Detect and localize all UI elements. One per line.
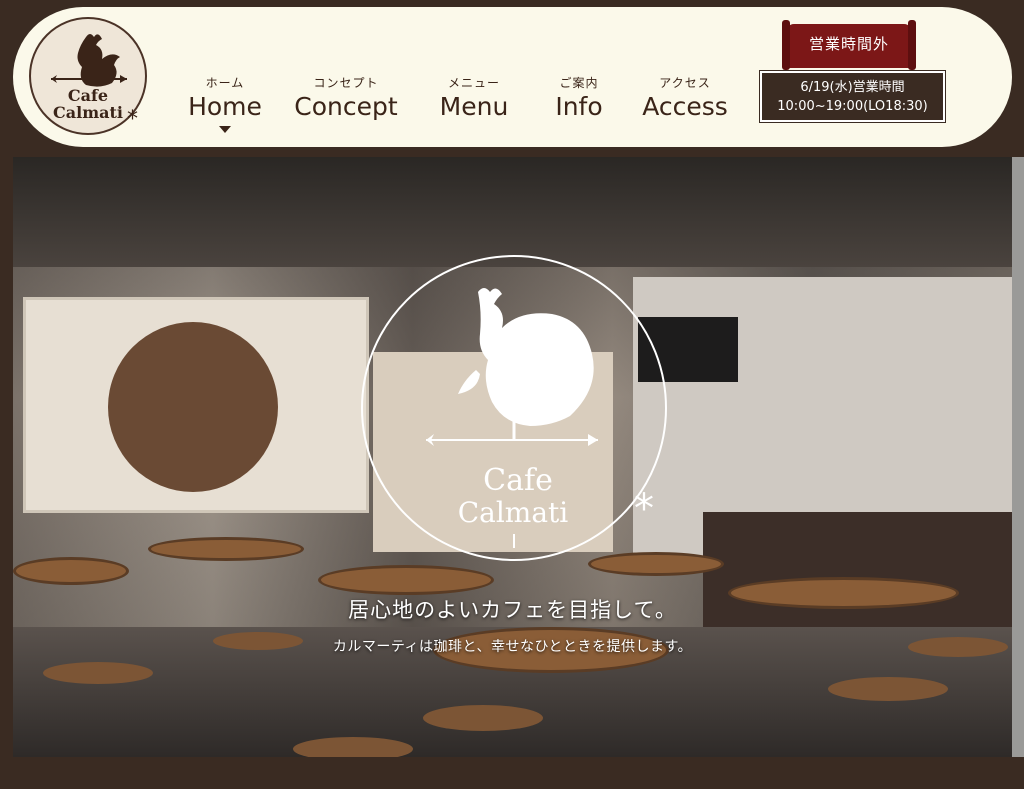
nav-menu[interactable]: メニュー Menu — [433, 75, 515, 123]
site-header: Cafe Calmati * ホーム Home コンセプト Concept メニ… — [13, 7, 1012, 147]
ceiling — [13, 157, 1012, 267]
cafe-table — [318, 565, 494, 595]
nav-menu-jp: メニュー — [447, 76, 500, 90]
mural-globe — [108, 322, 278, 492]
emblem-star-icon: * — [634, 486, 654, 532]
cafe-table — [13, 557, 129, 585]
active-caret-icon — [219, 126, 231, 133]
stool — [423, 705, 543, 731]
closed-status-banner: 営業時間外 — [782, 20, 916, 70]
cafe-logo[interactable]: Cafe Calmati * — [29, 17, 147, 135]
nav-concept-en: Concept — [294, 92, 398, 121]
stool — [828, 677, 948, 701]
hero-image: Cafe Calmati * 居心地のよいカフェを目指して。 カルマーティは珈琲… — [13, 157, 1012, 757]
nav-concept[interactable]: コンセプト Concept — [291, 75, 401, 123]
nav-info-jp: ご案内 — [559, 76, 599, 90]
stool — [293, 737, 413, 757]
emblem-text-2: Calmati — [458, 496, 569, 529]
nav-concept-jp: コンセプト — [313, 76, 379, 90]
scroll-edge — [1012, 157, 1024, 757]
logo-star-icon: * — [127, 107, 138, 132]
business-hours: 6/19(水)営業時間 10:00~19:00(LO18:30) — [759, 70, 946, 123]
hero-emblem-rooster-icon: Cafe Calmati * — [361, 255, 667, 561]
nav-home-en: Home — [188, 92, 262, 121]
nav-access-jp: アクセス — [659, 76, 711, 90]
nav-access-en: Access — [642, 92, 728, 121]
nav-menu-en: Menu — [439, 92, 509, 121]
nav-info[interactable]: ご案内 Info — [544, 75, 614, 123]
hours-time: 10:00~19:00(LO18:30) — [777, 99, 928, 114]
hero-tagline: 居心地のよいカフェを目指して。 — [348, 598, 677, 622]
hero-subtagline: カルマーティは珈琲と、幸せなひとときを提供します。 — [332, 639, 693, 655]
cafe-table — [148, 537, 304, 561]
nav-home[interactable]: ホーム Home — [186, 75, 264, 133]
nav-home-jp: ホーム — [205, 76, 245, 90]
nav-info-en: Info — [555, 92, 603, 121]
stool — [43, 662, 153, 684]
nav-access[interactable]: アクセス Access — [634, 75, 736, 123]
emblem-text-1: Cafe — [483, 463, 553, 498]
hours-date: 6/19(水)営業時間 — [800, 80, 905, 95]
